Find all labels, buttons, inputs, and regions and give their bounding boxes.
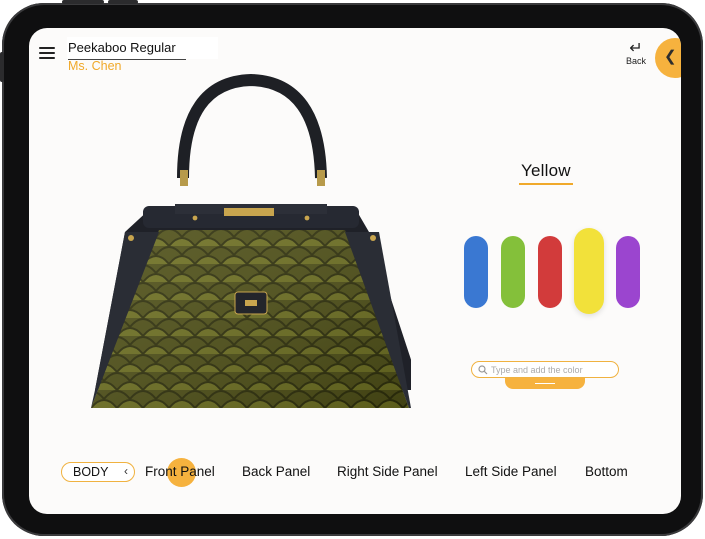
back-label: Back [625, 56, 646, 66]
selected-color-name: Yellow [519, 161, 573, 185]
chevron-left-icon: ‹ [124, 464, 128, 478]
color-swatch-purple[interactable] [616, 236, 640, 308]
color-swatch-red[interactable] [538, 236, 562, 308]
handbag-image [91, 73, 411, 408]
tab-bottom[interactable]: Bottom [585, 464, 628, 479]
search-icon [478, 364, 488, 374]
tab-left-side-panel[interactable]: Left Side Panel [465, 464, 557, 479]
collapse-panel-button[interactable]: ❮ [655, 38, 681, 78]
power-button [108, 0, 138, 4]
tab-right-side-panel[interactable]: Right Side Panel [337, 464, 438, 479]
color-search-input[interactable] [491, 364, 611, 375]
return-arrow-icon: ↵ [629, 40, 643, 57]
color-swatch-blue[interactable] [464, 236, 488, 308]
volume-button [62, 0, 104, 4]
part-category-label: BODY [73, 465, 109, 479]
color-search-field[interactable] [471, 361, 619, 378]
chevron-left-icon: ❮ [664, 48, 677, 65]
tab-front-panel[interactable]: Front Panel [145, 464, 215, 479]
product-name: Peekaboo Regular [68, 37, 186, 60]
product-title-box: Peekaboo Regular [67, 37, 218, 60]
part-category-selector[interactable]: BODY ‹ [61, 462, 135, 482]
hamburger-icon[interactable] [39, 47, 55, 59]
add-color-button[interactable] [505, 378, 585, 389]
app-screen: Peekaboo Regular Ms. Chen ↵ Back ❮ Yello… [29, 28, 681, 514]
back-button[interactable]: ↵ Back [619, 40, 653, 67]
color-swatch-yellow[interactable] [574, 228, 604, 314]
color-swatch-green[interactable] [501, 236, 525, 308]
side-button [0, 52, 4, 82]
tab-back-panel[interactable]: Back Panel [242, 464, 310, 479]
